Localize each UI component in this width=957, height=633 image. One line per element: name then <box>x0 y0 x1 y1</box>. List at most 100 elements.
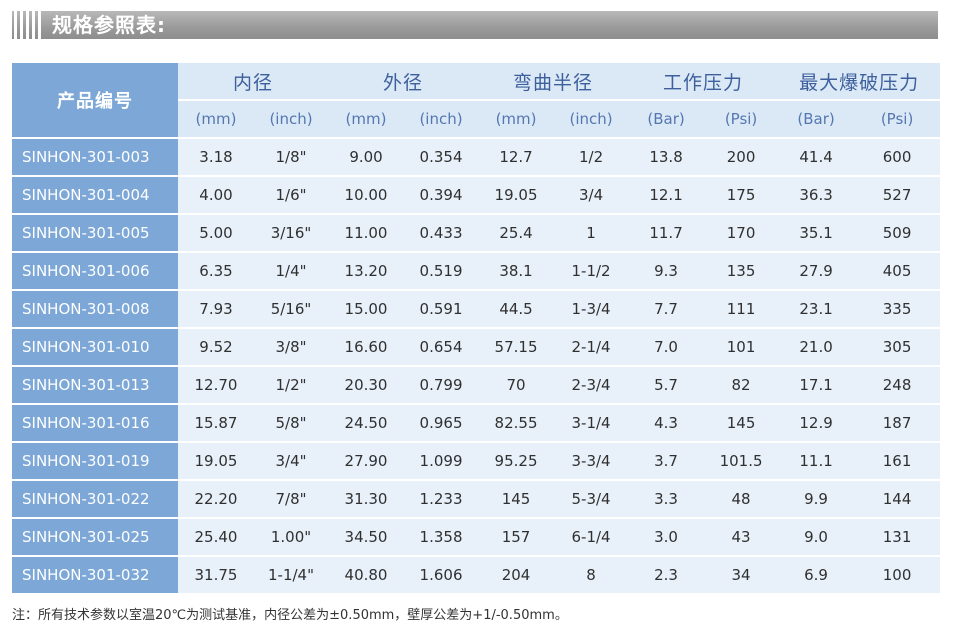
table-row: SINHON-301-022 22.20 7/8" 31.30 1.233 145 5-3/… <box>12 481 941 517</box>
table-cell: 6.9 <box>778 557 855 593</box>
table-cell: 11.1 <box>778 443 855 479</box>
header-unit: (Psi) <box>704 101 779 137</box>
table-cell: 101.5 <box>704 443 779 479</box>
table-cell: 1-1/4" <box>254 557 329 593</box>
product-code-cell: SINHON-301-013 <box>12 367 178 403</box>
table-cell: 31.30 <box>328 481 405 517</box>
table-cell: 95.25 <box>478 443 555 479</box>
table-cell: 27.90 <box>328 443 405 479</box>
table-cell: 2.3 <box>628 557 705 593</box>
table-row: SINHON-301-003 3.18 1/8" 9.00 0.354 12.7 1/2 13… <box>12 139 941 175</box>
table-cell: 509 <box>854 215 941 251</box>
table-cell: 12.70 <box>178 367 254 403</box>
table-cell: 305 <box>854 329 941 365</box>
table-cell: 3/16" <box>254 215 329 251</box>
table-cell: 600 <box>854 139 941 175</box>
header-unit: (mm) <box>478 101 555 137</box>
table-cell: 3/8" <box>254 329 329 365</box>
table-cell: 144 <box>854 481 941 517</box>
table-cell: 1.00" <box>254 519 329 555</box>
table-cell: 70 <box>478 367 555 403</box>
table-cell: 19.05 <box>178 443 254 479</box>
table-cell: 4.3 <box>628 405 705 441</box>
header-unit: (inch) <box>404 101 479 137</box>
table-cell: 15.00 <box>328 291 405 327</box>
table-cell: 175 <box>704 177 779 213</box>
product-code-cell: SINHON-301-032 <box>12 557 178 593</box>
table-cell: 145 <box>478 481 555 517</box>
table-cell: 16.60 <box>328 329 405 365</box>
table-cell: 24.50 <box>328 405 405 441</box>
table-cell: 17.1 <box>778 367 855 403</box>
table-cell: 248 <box>854 367 941 403</box>
table-cell: 13.8 <box>628 139 705 175</box>
table-cell: 3.18 <box>178 139 254 175</box>
table-cell: 170 <box>704 215 779 251</box>
product-code-cell: SINHON-301-019 <box>12 443 178 479</box>
table-cell: 0.799 <box>404 367 479 403</box>
table-cell: 48 <box>704 481 779 517</box>
table-cell: 1/2" <box>254 367 329 403</box>
table-cell: 101 <box>704 329 779 365</box>
table-cell: 82.55 <box>478 405 555 441</box>
table-cell: 111 <box>704 291 779 327</box>
table-row: SINHON-301-010 9.52 3/8" 16.60 0.654 57.15 2-1… <box>12 329 941 365</box>
product-code-cell: SINHON-301-006 <box>12 253 178 289</box>
header-product-code: 产品编号 <box>12 63 178 137</box>
table-cell: 57.15 <box>478 329 555 365</box>
table-cell: 44.5 <box>478 291 555 327</box>
footnote: 注：所有技术参数以室温20℃为测试基准，内径公差为±0.50mm，壁厚公差为+1… <box>12 608 568 623</box>
header-working-pressure: 工作压力 <box>628 63 779 99</box>
product-code-cell: SINHON-301-004 <box>12 177 178 213</box>
table-cell: 43 <box>704 519 779 555</box>
table-cell: 100 <box>854 557 941 593</box>
header-unit: (inch) <box>254 101 329 137</box>
table-cell: 9.3 <box>628 253 705 289</box>
table-cell: 3/4 <box>554 177 629 213</box>
product-code-cell: SINHON-301-005 <box>12 215 178 251</box>
table-cell: 1-3/4 <box>554 291 629 327</box>
table-cell: 25.4 <box>478 215 555 251</box>
table-cell: 9.52 <box>178 329 254 365</box>
table-cell: 0.354 <box>404 139 479 175</box>
table-row: SINHON-301-006 6.35 1/4" 13.20 0.519 38.1 1-1/… <box>12 253 941 289</box>
table-cell: 7.0 <box>628 329 705 365</box>
table-cell: 34 <box>704 557 779 593</box>
table-cell: 2-3/4 <box>554 367 629 403</box>
table-cell: 11.00 <box>328 215 405 251</box>
table-cell: 3-1/4 <box>554 405 629 441</box>
table-cell: 36.3 <box>778 177 855 213</box>
table-row: SINHON-301-013 12.70 1/2" 20.30 0.799 70 2-3/4… <box>12 367 941 403</box>
header-unit: (Bar) <box>628 101 705 137</box>
table-cell: 9.9 <box>778 481 855 517</box>
table-cell: 1.606 <box>404 557 479 593</box>
table-cell: 145 <box>704 405 779 441</box>
table-cell: 3/4" <box>254 443 329 479</box>
table-cell: 27.9 <box>778 253 855 289</box>
table-cell: 82 <box>704 367 779 403</box>
table-cell: 12.9 <box>778 405 855 441</box>
table-cell: 0.394 <box>404 177 479 213</box>
table-cell: 1/4" <box>254 253 329 289</box>
table-cell: 15.87 <box>178 405 254 441</box>
table-cell: 1.099 <box>404 443 479 479</box>
table-cell: 21.0 <box>778 329 855 365</box>
table-cell: 7.93 <box>178 291 254 327</box>
table-cell: 12.7 <box>478 139 555 175</box>
table-cell: 10.00 <box>328 177 405 213</box>
header-unit: (mm) <box>178 101 254 137</box>
table-cell: 3.3 <box>628 481 705 517</box>
table-row: SINHON-301-019 19.05 3/4" 27.90 1.099 95.25 3-… <box>12 443 941 479</box>
header-unit: (inch) <box>554 101 629 137</box>
table-cell: 405 <box>854 253 941 289</box>
table-cell: 1.233 <box>404 481 479 517</box>
table-cell: 7/8" <box>254 481 329 517</box>
table-cell: 161 <box>854 443 941 479</box>
table-cell: 1/2 <box>554 139 629 175</box>
header-unit: (Bar) <box>778 101 855 137</box>
header-bend-radius: 弯曲半径 <box>478 63 629 99</box>
table-cell: 22.20 <box>178 481 254 517</box>
table-row: SINHON-301-004 4.00 1/6" 10.00 0.394 19.05 3/4… <box>12 177 941 213</box>
table-cell: 0.654 <box>404 329 479 365</box>
header-burst-pressure: 最大爆破压力 <box>778 63 941 99</box>
